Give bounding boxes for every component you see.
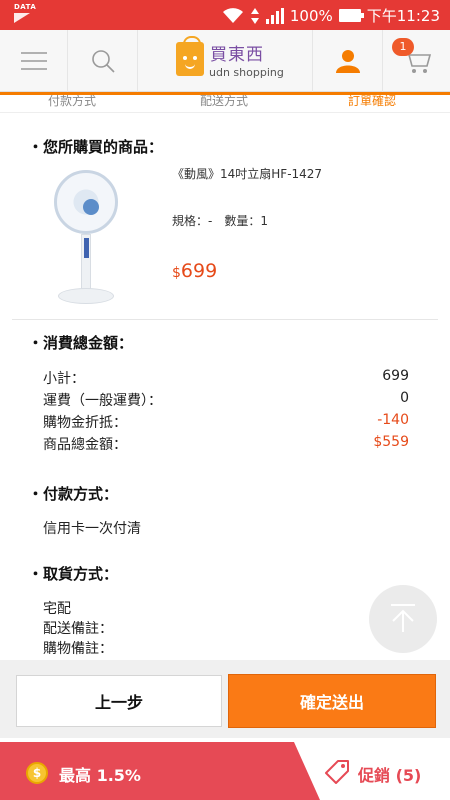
cashback-banner[interactable]: $ 最高 1.5% xyxy=(0,742,320,800)
data-arrows-icon xyxy=(250,7,259,24)
search-icon xyxy=(91,50,115,73)
cart-count-badge: 1 xyxy=(392,38,414,56)
credit-discount-label: 購物金折抵： xyxy=(43,415,127,431)
menu-button[interactable] xyxy=(0,30,68,92)
app-header: 買東西 udn shopping 1 xyxy=(0,30,450,92)
product-spec: 規格：- 數量：1 xyxy=(172,214,268,228)
product-name[interactable]: 《動風》14吋立扇HF-1427 xyxy=(172,165,322,182)
price-amount: 699 xyxy=(180,260,218,282)
shipping-fee-value: 0 xyxy=(400,390,409,406)
menu-icon xyxy=(20,52,47,70)
fan-head-shape xyxy=(54,170,118,234)
status-bar: DATA 100% 下午11:23 xyxy=(0,0,450,30)
price-currency: $ xyxy=(172,265,181,281)
arrow-up-icon xyxy=(391,604,415,632)
pickup-section-title: 取貨方式： xyxy=(28,563,118,584)
step-shipping[interactable]: 配送方式 xyxy=(200,95,248,109)
product-image[interactable] xyxy=(50,166,120,308)
divider xyxy=(12,319,438,320)
site-logo[interactable]: 買東西 udn shopping xyxy=(176,36,286,84)
grand-total-label: 商品總金額： xyxy=(43,437,127,453)
step-payment[interactable]: 付款方式 xyxy=(48,95,96,109)
divider xyxy=(0,112,450,113)
grand-total-value: $559 xyxy=(373,434,409,450)
logo-subtitle: udn shopping xyxy=(209,66,284,79)
promotions-button[interactable]: 促銷 (5) xyxy=(320,742,450,800)
pickup-method: 宅配 xyxy=(43,601,71,617)
delivery-note-label: 配送備註： xyxy=(43,621,113,637)
search-button[interactable] xyxy=(68,30,138,92)
logo-name: 買東西 xyxy=(210,45,264,65)
product-section-title: 您所購買的商品： xyxy=(28,136,163,157)
coin-icon: $ xyxy=(26,762,48,784)
battery-percent: 100% xyxy=(289,6,333,25)
clock: 下午11:23 xyxy=(366,7,440,25)
cart-button[interactable] xyxy=(382,30,450,92)
account-button[interactable] xyxy=(312,30,382,92)
data-indicator: DATA xyxy=(14,3,37,11)
logo-bag-icon xyxy=(176,36,204,76)
subtotal-value: 699 xyxy=(382,368,409,384)
promotions-label: 促銷 (5) xyxy=(358,766,422,785)
cashback-text: 最高 1.5% xyxy=(59,766,141,785)
payment-method: 信用卡一次付清 xyxy=(43,521,141,537)
shipping-fee-row: 運費（一般運費）： 0 xyxy=(43,390,409,410)
product-price: $699 xyxy=(172,260,217,282)
total-section-title: 消費總金額： xyxy=(28,332,133,353)
tag-icon xyxy=(325,760,349,784)
battery-icon xyxy=(338,9,364,22)
wifi-icon xyxy=(222,7,243,23)
data-flag-icon xyxy=(14,13,30,23)
credit-discount-row: 購物金折抵： -140 xyxy=(43,412,409,432)
checkout-steps: 付款方式 配送方式 訂單確認 xyxy=(0,92,450,112)
credit-discount-value: -140 xyxy=(377,412,409,428)
promo-bar: $ 最高 1.5% 促銷 (5) xyxy=(0,742,450,800)
subtotal-row: 小計： 699 xyxy=(43,368,409,388)
previous-step-button[interactable]: 上一步 xyxy=(16,675,222,727)
shipping-fee-label: 運費（一般運費）： xyxy=(43,393,162,409)
status-right: 100% 下午11:23 xyxy=(222,5,440,26)
step-confirm[interactable]: 訂單確認 xyxy=(348,95,396,109)
subtotal-label: 小計： xyxy=(43,371,85,387)
shopping-note-label: 購物備註： xyxy=(43,641,113,657)
payment-section-title: 付款方式： xyxy=(28,483,118,504)
action-bar: 上一步 確定送出 xyxy=(0,660,450,738)
user-icon xyxy=(335,50,360,73)
signal-icon xyxy=(265,7,284,24)
confirm-submit-button[interactable]: 確定送出 xyxy=(228,674,436,728)
grand-total-row: 商品總金額： $559 xyxy=(43,434,409,454)
scroll-to-top-button[interactable] xyxy=(369,585,437,653)
